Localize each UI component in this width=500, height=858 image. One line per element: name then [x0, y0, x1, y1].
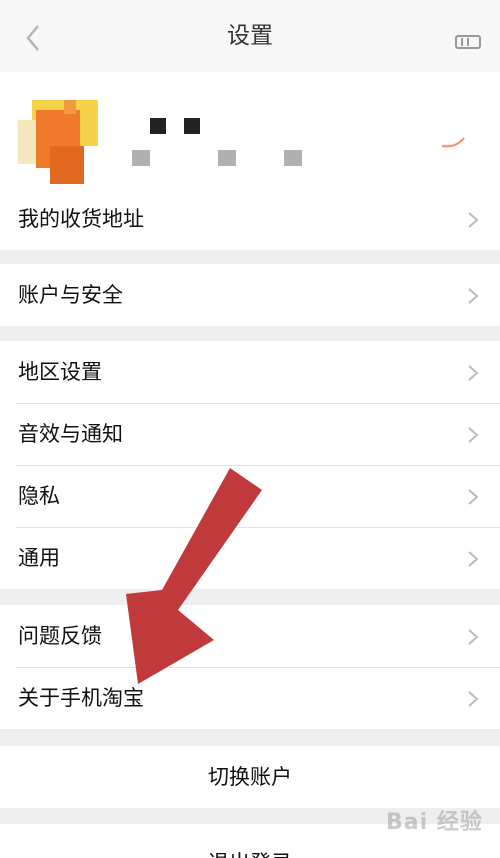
more-menu-icon[interactable] — [450, 28, 490, 52]
group-preferences: 地区设置 音效与通知 隐私 通用 — [0, 341, 500, 589]
row-shipping-address[interactable]: 我的收货地址 — [0, 188, 500, 250]
chevron-right-icon — [468, 427, 479, 443]
group-account: 账户与安全 — [0, 264, 500, 326]
row-label: 隐私 — [18, 484, 60, 508]
row-account-security[interactable]: 账户与安全 — [0, 264, 500, 326]
profile-accent-mark — [441, 137, 465, 148]
row-region-settings[interactable]: 地区设置 — [0, 341, 500, 403]
group-address: 我的收货地址 — [0, 188, 500, 250]
watermark: Bai 经验 — [386, 810, 483, 835]
chevron-right-icon — [468, 691, 479, 707]
chevron-right-icon — [468, 489, 479, 505]
switch-account-button[interactable]: 切换账户 — [0, 746, 500, 808]
chevron-right-icon — [468, 629, 479, 645]
row-label: 账户与安全 — [18, 283, 123, 307]
row-general[interactable]: 通用 — [0, 527, 500, 589]
avatar[interactable] — [16, 84, 116, 184]
profile-header[interactable] — [0, 72, 500, 188]
chevron-right-icon — [468, 551, 479, 567]
row-sound-notifications[interactable]: 音效与通知 — [0, 403, 500, 465]
nickname-blurred — [132, 118, 302, 166]
group-about: 问题反馈 关于手机淘宝 — [0, 605, 500, 729]
row-label: 通用 — [18, 546, 60, 570]
row-privacy[interactable]: 隐私 — [0, 465, 500, 527]
chevron-right-icon — [468, 212, 479, 228]
row-label: 关于手机淘宝 — [18, 686, 144, 710]
chevron-right-icon — [468, 288, 479, 304]
top-bar: 设置 — [0, 0, 500, 72]
row-label: 我的收货地址 — [18, 207, 144, 231]
page-title: 设置 — [227, 23, 273, 49]
row-label: 地区设置 — [18, 360, 102, 384]
row-label: 问题反馈 — [18, 624, 102, 648]
group-switch-account: 切换账户 — [0, 746, 500, 808]
row-about-taobao[interactable]: 关于手机淘宝 — [0, 667, 500, 729]
row-label: 音效与通知 — [18, 422, 123, 446]
chevron-right-icon — [468, 365, 479, 381]
row-feedback[interactable]: 问题反馈 — [0, 605, 500, 667]
